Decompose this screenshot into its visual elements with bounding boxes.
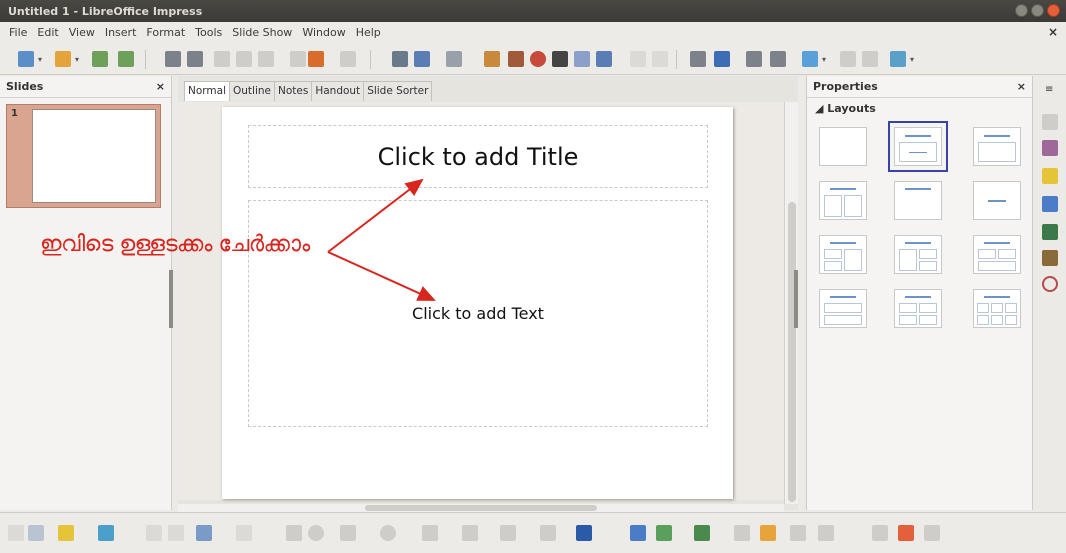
properties-title: Properties bbox=[813, 80, 878, 93]
layout-title-2-content-and-content[interactable] bbox=[819, 235, 867, 274]
navigator-icon[interactable] bbox=[1042, 276, 1058, 292]
custom-animation-icon[interactable] bbox=[1042, 168, 1058, 184]
properties-header: Properties × bbox=[807, 76, 1032, 98]
select-icon[interactable] bbox=[8, 525, 24, 541]
rotate-icon[interactable] bbox=[630, 525, 646, 541]
line-icon[interactable] bbox=[146, 525, 162, 541]
layout-title-2-content[interactable] bbox=[819, 181, 867, 220]
layout-title-only[interactable] bbox=[973, 127, 1021, 166]
annotation-arrow-title bbox=[327, 178, 424, 253]
drawing-toolbar bbox=[0, 512, 1066, 553]
layout-title-4-content[interactable] bbox=[894, 289, 942, 328]
extrusion-icon[interactable] bbox=[924, 525, 940, 541]
close-icon[interactable]: × bbox=[1017, 80, 1026, 93]
glue-points-icon[interactable] bbox=[872, 525, 888, 541]
symbol-shapes-icon[interactable] bbox=[380, 525, 396, 541]
distribute-icon[interactable] bbox=[734, 525, 750, 541]
3d-objects-icon[interactable] bbox=[576, 525, 592, 541]
annotation-arrow-text bbox=[327, 251, 436, 301]
gallery-icon[interactable] bbox=[1042, 250, 1058, 266]
layout-title-content-and-2-content[interactable] bbox=[894, 235, 942, 274]
line-color-icon[interactable] bbox=[58, 525, 74, 541]
block-arrows-icon[interactable] bbox=[422, 525, 438, 541]
callouts-icon[interactable] bbox=[500, 525, 516, 541]
curve-icon[interactable] bbox=[196, 525, 212, 541]
layout-centered-text[interactable] bbox=[973, 181, 1021, 220]
layouts-section-header[interactable]: ◢ Layouts bbox=[807, 98, 1032, 119]
connector-icon[interactable] bbox=[236, 525, 252, 541]
arrange-icon[interactable] bbox=[694, 525, 710, 541]
crop-icon[interactable] bbox=[790, 525, 806, 541]
layout-title-centered[interactable] bbox=[894, 181, 942, 220]
layout-blank[interactable] bbox=[819, 127, 867, 166]
master-slides-icon[interactable] bbox=[1042, 140, 1058, 156]
ellipse-icon[interactable] bbox=[308, 525, 324, 541]
layout-title-content[interactable] bbox=[888, 121, 948, 172]
sidebar-tabbar: ≡ bbox=[1032, 76, 1066, 510]
properties-panel: Properties × ◢ Layouts bbox=[806, 76, 1032, 510]
fill-color-icon[interactable] bbox=[98, 525, 114, 541]
stars-icon[interactable] bbox=[540, 525, 556, 541]
shadow-icon[interactable] bbox=[760, 525, 776, 541]
points-icon[interactable] bbox=[818, 525, 834, 541]
zoom-icon[interactable] bbox=[28, 525, 44, 541]
layout-title-6-content[interactable] bbox=[973, 289, 1021, 328]
basic-shapes-icon[interactable] bbox=[340, 525, 356, 541]
properties-wrench-icon[interactable] bbox=[1042, 114, 1058, 130]
fontwork-gallery-icon[interactable] bbox=[898, 525, 914, 541]
arrow-line-icon[interactable] bbox=[168, 525, 184, 541]
layout-title-2-content-over-content[interactable] bbox=[973, 235, 1021, 274]
slide-transition-icon[interactable] bbox=[1042, 196, 1058, 212]
sidebar-menu-icon[interactable]: ≡ bbox=[1045, 84, 1053, 95]
flowchart-icon[interactable] bbox=[462, 525, 478, 541]
layout-title-content-over-content[interactable] bbox=[819, 289, 867, 328]
styles-icon[interactable] bbox=[1042, 224, 1058, 240]
align-icon[interactable] bbox=[656, 525, 672, 541]
rectangle-icon[interactable] bbox=[286, 525, 302, 541]
